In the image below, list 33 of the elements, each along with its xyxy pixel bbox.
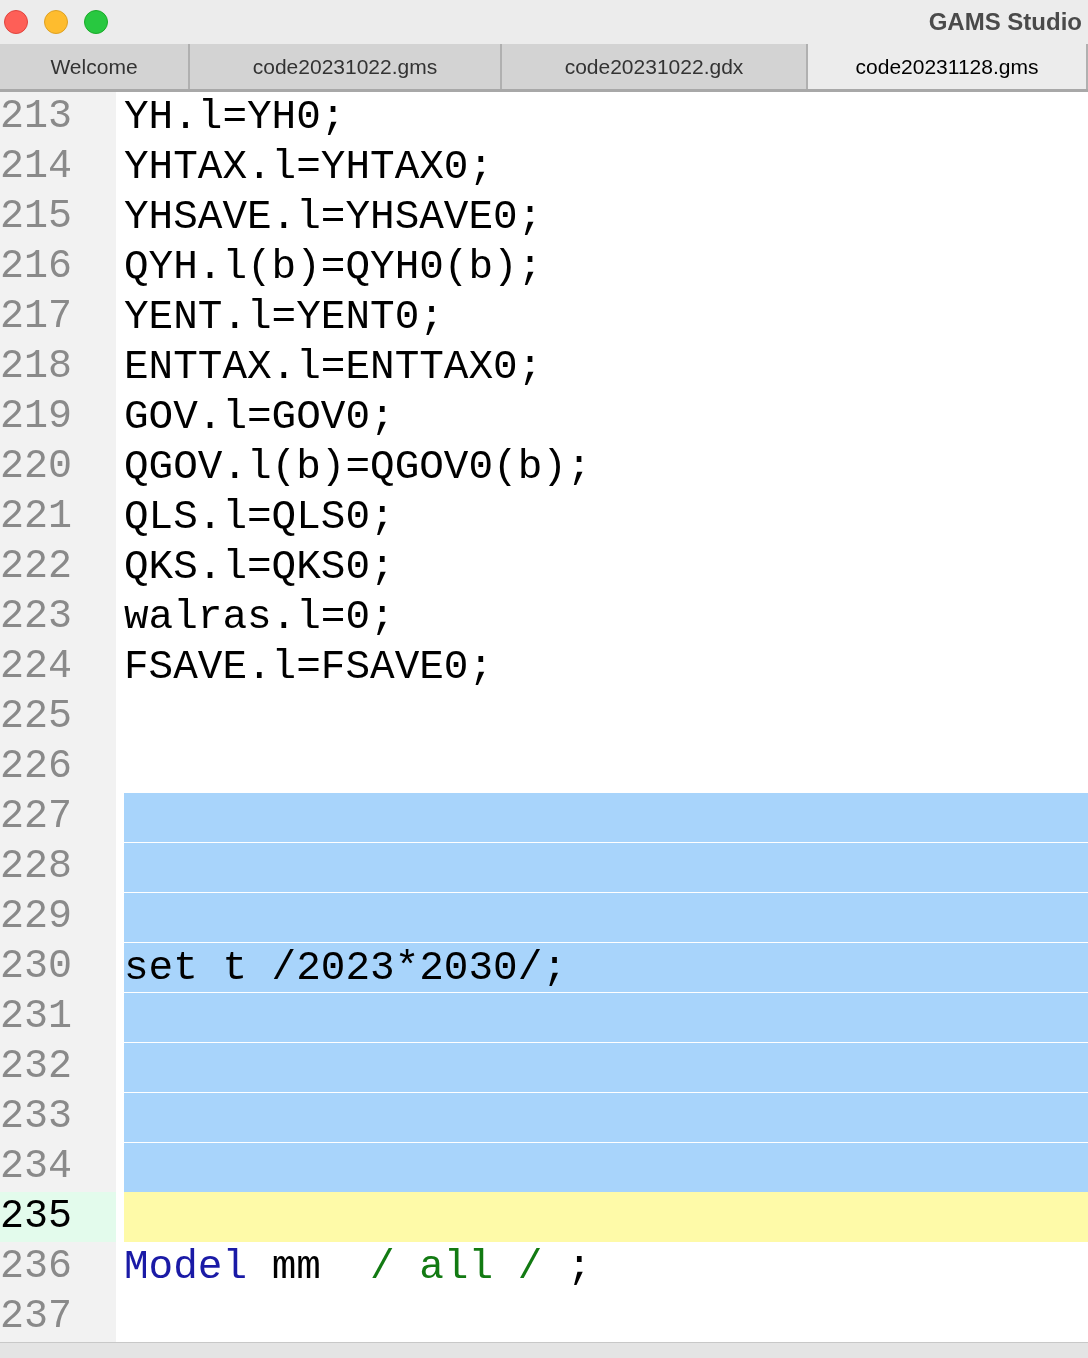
line-number: 214 — [0, 142, 116, 192]
minimize-button[interactable] — [44, 10, 68, 34]
line-number: 226 — [0, 742, 116, 792]
zoom-button[interactable] — [84, 10, 108, 34]
line-number: 223 — [0, 592, 116, 642]
tab[interactable]: code20231022.gdx — [502, 44, 808, 89]
line-number: 236 — [0, 1242, 116, 1292]
tab[interactable]: code20231128.gms — [808, 44, 1088, 89]
line-number: 232 — [0, 1042, 116, 1092]
line-number: 216 — [0, 242, 116, 292]
line-number: 237 — [0, 1292, 116, 1342]
line-number: 225 — [0, 692, 116, 742]
tab[interactable]: code20231022.gms — [190, 44, 502, 89]
line-number: 233 — [0, 1092, 116, 1142]
line-number: 229 — [0, 892, 116, 942]
line-number: 217 — [0, 292, 116, 342]
line-number: 235 — [0, 1192, 116, 1242]
line-number: 227 — [0, 792, 116, 842]
line-number: 228 — [0, 842, 116, 892]
line-number: 220 — [0, 442, 116, 492]
line-number: 222 — [0, 542, 116, 592]
line-number: 218 — [0, 342, 116, 392]
line-number: 221 — [0, 492, 116, 542]
line-number: 224 — [0, 642, 116, 692]
tab[interactable]: Welcome — [0, 44, 190, 89]
line-number: 213 — [0, 92, 116, 142]
line-number: 234 — [0, 1142, 116, 1192]
line-number: 219 — [0, 392, 116, 442]
line-number: 231 — [0, 992, 116, 1042]
close-button[interactable] — [4, 10, 28, 34]
line-number: 230 — [0, 942, 116, 992]
window-title: GAMS Studio — [928, 7, 1082, 37]
line-number: 215 — [0, 192, 116, 242]
